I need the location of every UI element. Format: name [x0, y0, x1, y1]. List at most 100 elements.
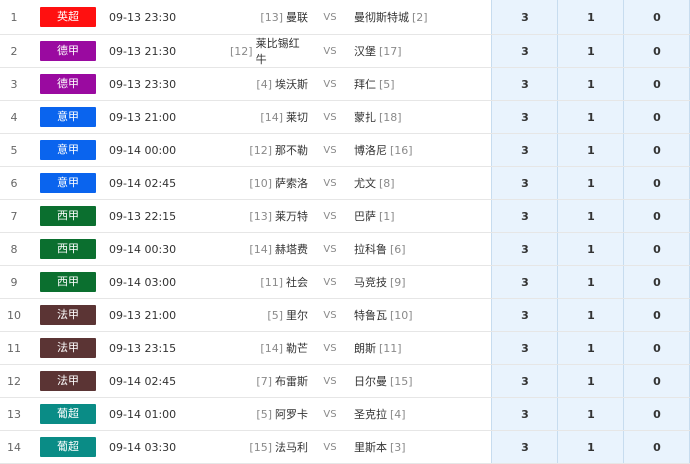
league-badge[interactable]: 葡超: [40, 404, 96, 424]
table-row[interactable]: 3 德甲 09-13 23:30 [4] 埃沃斯 VS 拜仁 [5] 3 1 0: [0, 68, 690, 101]
stat-win[interactable]: 3: [492, 101, 558, 133]
stat-loss[interactable]: 0: [624, 332, 690, 364]
stat-loss[interactable]: 0: [624, 35, 690, 67]
stat-win[interactable]: 3: [492, 35, 558, 67]
table-row[interactable]: 2 德甲 09-13 21:30 [12] 莱比锡红牛 VS 汉堡 [17] 3…: [0, 35, 690, 68]
league-badge[interactable]: 意甲: [40, 107, 96, 127]
home-team-name[interactable]: 那不勒: [275, 142, 308, 158]
home-team-name[interactable]: 莱万特: [275, 208, 308, 224]
stat-draw[interactable]: 1: [558, 0, 624, 34]
stat-win[interactable]: 3: [492, 365, 558, 397]
stat-loss[interactable]: 0: [624, 167, 690, 199]
stat-draw[interactable]: 1: [558, 101, 624, 133]
home-team-name[interactable]: 赫塔费: [275, 241, 308, 257]
league-badge[interactable]: 西甲: [40, 206, 96, 226]
away-team-name[interactable]: 马竞技: [354, 274, 387, 290]
table-row[interactable]: 7 西甲 09-13 22:15 [13] 莱万特 VS 巴萨 [1] 3 1 …: [0, 200, 690, 233]
stat-loss[interactable]: 0: [624, 101, 690, 133]
table-row[interactable]: 9 西甲 09-14 03:00 [11] 社会 VS 马竞技 [9] 3 1 …: [0, 266, 690, 299]
away-team-cell: 特鲁瓦 [10]: [354, 299, 482, 331]
stat-draw[interactable]: 1: [558, 68, 624, 100]
stat-loss[interactable]: 0: [624, 233, 690, 265]
stat-draw[interactable]: 1: [558, 35, 624, 67]
table-row[interactable]: 11 法甲 09-13 23:15 [14] 勒芒 VS 朗斯 [11] 3 1…: [0, 332, 690, 365]
stat-win[interactable]: 3: [492, 398, 558, 430]
away-team-name[interactable]: 特鲁瓦: [354, 307, 387, 323]
home-team-name[interactable]: 莱切: [286, 109, 308, 125]
table-row[interactable]: 13 葡超 09-14 01:00 [5] 阿罗卡 VS 圣克拉 [4] 3 1…: [0, 398, 690, 431]
league-badge[interactable]: 法甲: [40, 371, 96, 391]
home-team-name[interactable]: 法马利: [275, 439, 308, 455]
stat-draw[interactable]: 1: [558, 167, 624, 199]
away-team-name[interactable]: 圣克拉: [354, 406, 387, 422]
stat-loss[interactable]: 0: [624, 398, 690, 430]
away-team-name[interactable]: 尤文: [354, 175, 376, 191]
stat-loss[interactable]: 0: [624, 431, 690, 463]
away-team-rank: [1]: [379, 209, 395, 223]
home-team-name[interactable]: 社会: [286, 274, 308, 290]
stat-loss[interactable]: 0: [624, 299, 690, 331]
table-row[interactable]: 12 法甲 09-14 02:45 [7] 布雷斯 VS 日尔曼 [15] 3 …: [0, 365, 690, 398]
league-badge[interactable]: 西甲: [40, 272, 96, 292]
stat-draw[interactable]: 1: [558, 266, 624, 298]
home-team-name[interactable]: 勒芒: [286, 340, 308, 356]
league-badge[interactable]: 英超: [40, 7, 96, 27]
table-row[interactable]: 8 西甲 09-14 00:30 [14] 赫塔费 VS 拉科鲁 [6] 3 1…: [0, 233, 690, 266]
away-team-name[interactable]: 朗斯: [354, 340, 376, 356]
stat-loss[interactable]: 0: [624, 134, 690, 166]
stat-win[interactable]: 3: [492, 431, 558, 463]
stat-draw[interactable]: 1: [558, 134, 624, 166]
table-row[interactable]: 6 意甲 09-14 02:45 [10] 萨索洛 VS 尤文 [8] 3 1 …: [0, 167, 690, 200]
stat-draw[interactable]: 1: [558, 233, 624, 265]
away-team-name[interactable]: 汉堡: [354, 43, 376, 59]
league-badge[interactable]: 西甲: [40, 239, 96, 259]
league-badge[interactable]: 意甲: [40, 173, 96, 193]
stat-loss[interactable]: 0: [624, 0, 690, 34]
stat-win[interactable]: 3: [492, 200, 558, 232]
stat-win[interactable]: 3: [492, 332, 558, 364]
league-badge[interactable]: 法甲: [40, 338, 96, 358]
away-team-name[interactable]: 曼彻斯特城: [354, 9, 409, 25]
league-badge[interactable]: 意甲: [40, 140, 96, 160]
away-team-name[interactable]: 里斯本: [354, 439, 387, 455]
away-team-name[interactable]: 博洛尼: [354, 142, 387, 158]
home-team-name[interactable]: 里尔: [286, 307, 308, 323]
league-badge[interactable]: 德甲: [40, 74, 96, 94]
table-row[interactable]: 5 意甲 09-14 00:00 [12] 那不勒 VS 博洛尼 [16] 3 …: [0, 134, 690, 167]
away-team-name[interactable]: 拉科鲁: [354, 241, 387, 257]
stat-draw[interactable]: 1: [558, 398, 624, 430]
home-team-name[interactable]: 阿罗卡: [275, 406, 308, 422]
stat-loss[interactable]: 0: [624, 68, 690, 100]
home-team-name[interactable]: 萨索洛: [275, 175, 308, 191]
table-row[interactable]: 10 法甲 09-13 21:00 [5] 里尔 VS 特鲁瓦 [10] 3 1…: [0, 299, 690, 332]
stat-win[interactable]: 3: [492, 233, 558, 265]
stat-win[interactable]: 3: [492, 0, 558, 34]
stat-win[interactable]: 3: [492, 134, 558, 166]
stat-draw[interactable]: 1: [558, 365, 624, 397]
table-row[interactable]: 4 意甲 09-13 21:00 [14] 莱切 VS 蒙扎 [18] 3 1 …: [0, 101, 690, 134]
table-row[interactable]: 1 英超 09-13 23:30 [13] 曼联 VS 曼彻斯特城 [2] 3 …: [0, 0, 690, 35]
stat-win[interactable]: 3: [492, 167, 558, 199]
away-team-name[interactable]: 蒙扎: [354, 109, 376, 125]
away-team-name[interactable]: 拜仁: [354, 76, 376, 92]
league-badge[interactable]: 法甲: [40, 305, 96, 325]
league-badge[interactable]: 葡超: [40, 437, 96, 457]
stat-draw[interactable]: 1: [558, 431, 624, 463]
stat-win[interactable]: 3: [492, 299, 558, 331]
table-row[interactable]: 14 葡超 09-14 03:30 [15] 法马利 VS 里斯本 [3] 3 …: [0, 431, 690, 464]
home-team-name[interactable]: 布雷斯: [275, 373, 308, 389]
stat-loss[interactable]: 0: [624, 200, 690, 232]
stat-win[interactable]: 3: [492, 68, 558, 100]
stat-draw[interactable]: 1: [558, 200, 624, 232]
stat-win[interactable]: 3: [492, 266, 558, 298]
away-team-name[interactable]: 巴萨: [354, 208, 376, 224]
home-team-name[interactable]: 曼联: [286, 9, 308, 25]
stat-draw[interactable]: 1: [558, 332, 624, 364]
stat-draw[interactable]: 1: [558, 299, 624, 331]
home-team-name[interactable]: 莱比锡红牛: [256, 35, 308, 67]
away-team-name[interactable]: 日尔曼: [354, 373, 387, 389]
stat-loss[interactable]: 0: [624, 266, 690, 298]
home-team-name[interactable]: 埃沃斯: [275, 76, 308, 92]
stat-loss[interactable]: 0: [624, 365, 690, 397]
league-badge[interactable]: 德甲: [40, 41, 96, 61]
